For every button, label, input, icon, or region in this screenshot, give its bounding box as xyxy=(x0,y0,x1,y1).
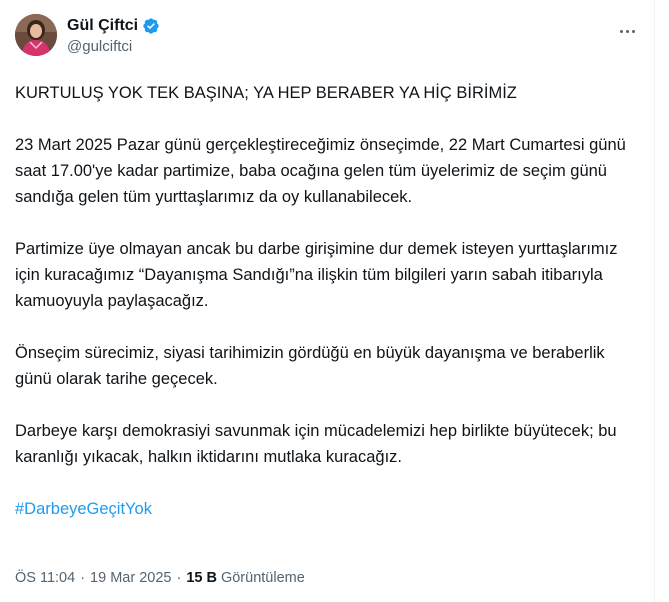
meta-separator: · xyxy=(80,570,86,586)
tweet-header: Gül Çiftci @gulciftci xyxy=(15,14,640,62)
tweet-time[interactable]: ÖS 11:04 xyxy=(15,570,75,586)
verified-badge-icon[interactable] xyxy=(142,17,160,35)
tweet-date[interactable]: 19 Mar 2025 xyxy=(90,570,171,586)
avatar[interactable] xyxy=(15,14,57,56)
tweet-paragraph: Partimize üye olmayan ancak bu darbe gir… xyxy=(15,240,618,310)
tweet-paragraph: 23 Mart 2025 Pazar günü gerçekleştireceğ… xyxy=(15,136,626,206)
views-count[interactable]: 15 B xyxy=(186,570,217,586)
tweet-text: KURTULUŞ YOK TEK BAŞINA; YA HEP BERABER … xyxy=(15,80,635,522)
author-names: Gül Çiftci @gulciftci xyxy=(67,16,160,57)
tweet-paragraph: Darbeye karşı demokrasiyi savunmak için … xyxy=(15,422,617,466)
display-name-row: Gül Çiftci xyxy=(67,16,160,36)
tweet-paragraph: KURTULUŞ YOK TEK BAŞINA; YA HEP BERABER … xyxy=(15,84,517,102)
tweet-paragraph: Önseçim sürecimiz, siyasi tarihimizin gö… xyxy=(15,344,605,388)
display-name[interactable]: Gül Çiftci xyxy=(67,16,138,36)
tweet-card: Gül Çiftci @gulciftci KURTULUŞ YOK TEK B… xyxy=(0,0,655,602)
handle[interactable]: @gulciftci xyxy=(67,37,160,57)
views-label: Görüntüleme xyxy=(220,570,305,586)
profile-photo-icon xyxy=(15,14,57,56)
tweet-meta: ÖS 11:04 · 19 Mar 2025 · 15 B Görüntülem… xyxy=(15,570,305,586)
more-options-icon[interactable] xyxy=(614,18,640,44)
hashtag-link[interactable]: #DarbeyeGeçitYok xyxy=(15,500,152,518)
meta-separator: · xyxy=(176,570,182,586)
